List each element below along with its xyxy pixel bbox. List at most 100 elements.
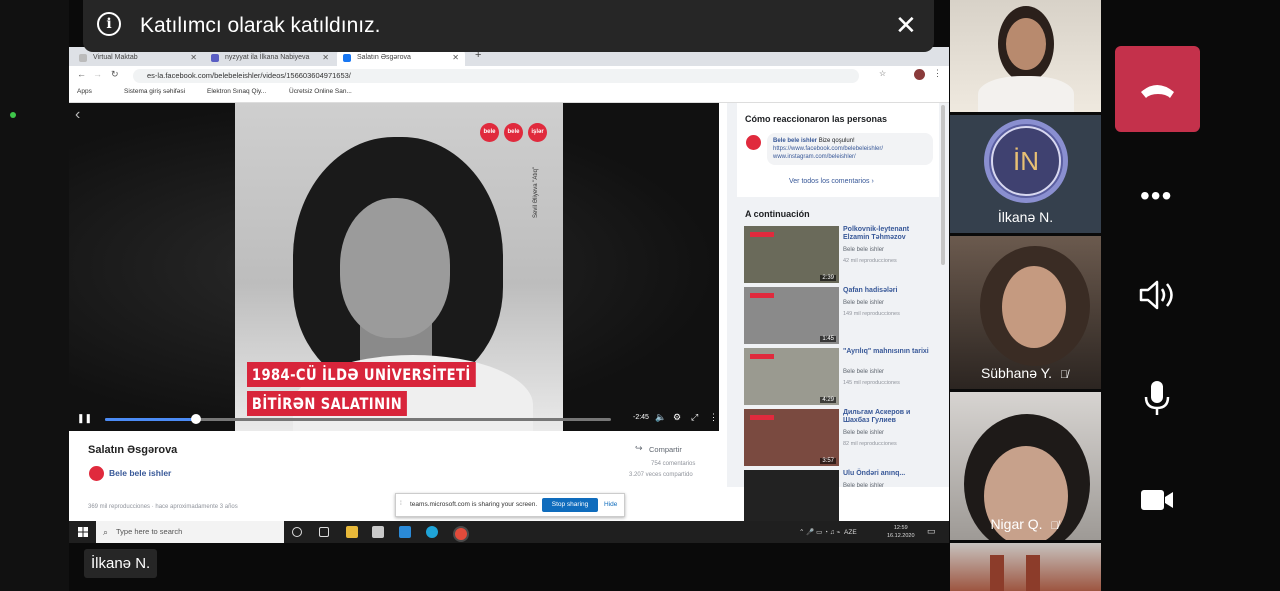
drag-handle-icon[interactable]: ⁞ xyxy=(400,500,402,507)
tab-favicon-icon xyxy=(343,54,351,62)
settings-gear-icon[interactable]: ⚙ xyxy=(673,412,681,423)
menu-dots-icon[interactable]: ⋮ xyxy=(933,68,942,79)
bookmark-item[interactable]: Elektron Sınaq Qiy... xyxy=(207,88,266,95)
participant-video-tile[interactable] xyxy=(950,0,1101,112)
task-view-icon[interactable] xyxy=(319,527,329,537)
speaker-icon[interactable] xyxy=(1138,279,1176,311)
taskbar-search[interactable]: ⌕ Type here to search xyxy=(96,521,284,543)
shares-count[interactable]: 3.207 veces compartido xyxy=(629,472,693,478)
system-tray[interactable]: ⌃ 🎤 ▭ ◔ ♫ ⌁ AZE xyxy=(799,528,857,536)
related-video-thumbnail[interactable]: 4:29 xyxy=(744,348,839,405)
forward-arrow-icon[interactable]: → xyxy=(93,69,102,79)
related-video-page[interactable]: Bele bele ishler xyxy=(843,247,884,253)
mic-off-icon: 🎙̸ xyxy=(1050,520,1059,532)
related-video-title[interactable]: Polkovnik-leytenant Elzamin Təhməzov xyxy=(843,226,933,242)
screen-share-notice: ⁞ teams.microsoft.com is sharing your sc… xyxy=(395,493,625,517)
related-video-page[interactable]: Bele bele ishler xyxy=(843,300,884,306)
system-clock[interactable]: 12:59 16.12.2020 xyxy=(887,524,915,540)
address-bar[interactable]: es-la.facebook.com/belebeleishler/videos… xyxy=(133,69,859,83)
related-video-title[interactable]: Qafan hadisələri xyxy=(843,287,933,295)
portrait-face xyxy=(340,198,450,338)
share-icon[interactable]: ↪ xyxy=(635,443,643,454)
microphone-icon[interactable] xyxy=(1144,380,1170,416)
more-actions-icon[interactable]: ••• xyxy=(1140,180,1172,212)
notification-icon[interactable]: ▭ xyxy=(927,526,936,537)
related-video-page[interactable]: Bele bele ishler xyxy=(843,430,884,436)
brand-logo-icon xyxy=(750,354,774,359)
reload-icon[interactable]: ↻ xyxy=(111,69,119,80)
bookmark-item[interactable]: Ücretsiz Online San... xyxy=(289,88,352,95)
back-chevron-icon[interactable]: ‹ xyxy=(75,106,80,124)
banner-message: Katılımcı olarak katıldınız. xyxy=(140,14,381,37)
participant-video-tile[interactable] xyxy=(950,543,1101,591)
participant-name-label: Nigar Q. 🎙̸ xyxy=(950,516,1101,532)
chrome-icon[interactable] xyxy=(453,526,469,542)
progress-bar[interactable] xyxy=(105,414,611,424)
windows-start-icon[interactable] xyxy=(78,527,88,537)
related-video-title[interactable]: Дильгам Аскеров и Шахбаз Гулиев xyxy=(843,409,933,425)
presenter-name-label: İlkanə N. xyxy=(84,549,158,578)
related-video-thumbnail[interactable] xyxy=(744,470,839,527)
search-icon: ⌕ xyxy=(103,527,109,537)
hang-up-icon xyxy=(1141,85,1174,98)
related-video-views: 145 mil reproducciones xyxy=(843,380,900,386)
volume-icon[interactable]: 🔈 xyxy=(655,412,666,423)
participant-video-tile[interactable]: Sübhanə Y. 🎙̸ xyxy=(950,236,1101,389)
bookmark-apps[interactable]: Apps xyxy=(77,88,92,95)
pause-icon[interactable]: ❚❚ xyxy=(77,413,92,424)
related-video-item[interactable]: Ulu Öndəri anınq... Bele bele ishler xyxy=(744,470,934,528)
video-player[interactable]: ‹ bele bele işlər Sevil Əliyeva "Atıq" 1… xyxy=(69,103,719,431)
related-video-page[interactable]: Bele bele ishler xyxy=(843,369,884,375)
close-banner-button[interactable]: ✕ xyxy=(895,10,917,40)
related-video-item[interactable]: 4:29 "Ayrılıq" mahnısının tarixi Bele bele… xyxy=(744,348,934,406)
more-options-icon[interactable]: ⋮ xyxy=(709,412,718,423)
profile-avatar[interactable] xyxy=(914,69,925,80)
page-name-link[interactable]: Bele bele ishler xyxy=(109,468,171,478)
language-indicator[interactable]: AZE xyxy=(844,529,857,536)
mail-icon[interactable] xyxy=(399,526,411,538)
video-duration: 3:57 xyxy=(820,458,836,464)
participant-avatar-tile[interactable]: İN İlkanə N. xyxy=(950,115,1101,233)
video-duration: 1:45 xyxy=(820,336,836,342)
participant-face xyxy=(1002,266,1066,348)
fullscreen-icon[interactable]: ⤢ xyxy=(691,412,698,423)
video-controls: ❚❚ -2:45 🔈 ⚙ ⤢ ⋮ xyxy=(69,403,719,431)
related-video-title[interactable]: Ulu Öndəri anınq... xyxy=(843,470,933,478)
brand-logo-icon xyxy=(750,232,774,237)
cortana-icon[interactable] xyxy=(292,527,302,537)
related-video-item[interactable]: 2:39 Polkovnik-leytenant Elzamin Təhməzov… xyxy=(744,226,934,284)
related-video-item[interactable]: 3:57 Дильгам Аскеров и Шахбаз Гулиев Bele … xyxy=(744,409,934,467)
related-video-item[interactable]: 1:45 Qafan hadisələri Bele bele ishler 149 … xyxy=(744,287,934,345)
back-arrow-icon[interactable]: ← xyxy=(77,69,86,79)
stop-sharing-button[interactable]: Stop sharing xyxy=(542,498,598,512)
comment-author[interactable]: Bele bele ishler xyxy=(773,138,817,144)
store-icon[interactable] xyxy=(372,526,384,538)
hang-up-button[interactable] xyxy=(1115,46,1200,132)
comment-avatar[interactable] xyxy=(746,135,761,150)
camera-icon[interactable] xyxy=(1140,488,1174,512)
page-avatar[interactable] xyxy=(89,466,104,481)
file-explorer-icon[interactable] xyxy=(346,526,358,538)
hide-button[interactable]: Hide xyxy=(604,501,617,508)
participant-video-tile[interactable]: Nigar Q. 🎙̸ xyxy=(950,392,1101,540)
related-video-thumbnail[interactable]: 2:39 xyxy=(744,226,839,283)
participant-avatar: İN xyxy=(984,119,1068,203)
related-video-title[interactable]: "Ayrılıq" mahnısının tarixi xyxy=(843,348,933,356)
comments-count[interactable]: 754 comentarios xyxy=(651,461,695,467)
share-notice-text: teams.microsoft.com is sharing your scre… xyxy=(410,501,538,508)
scrollbar[interactable] xyxy=(941,105,945,265)
comment-link[interactable]: https://www.facebook.com/belebeleishler/ xyxy=(773,146,883,152)
related-video-page[interactable]: Bele bele ishler xyxy=(843,483,884,489)
star-icon[interactable]: ☆ xyxy=(879,69,886,78)
brand-logo-dot: bele xyxy=(480,123,499,142)
bookmark-item[interactable]: Sistema giriş səhifəsi xyxy=(124,88,185,95)
related-video-thumbnail[interactable]: 1:45 xyxy=(744,287,839,344)
participant-name: İlkanə N. xyxy=(997,209,1054,225)
see-all-comments-link[interactable]: Ver todos los comentarios › xyxy=(789,178,874,185)
related-video-thumbnail[interactable]: 3:57 xyxy=(744,409,839,466)
share-button[interactable]: Compartir xyxy=(649,445,682,454)
comment-link[interactable]: www.instagram.com/beleishler/ xyxy=(773,154,856,160)
up-next-title: A continuación xyxy=(745,209,810,219)
progress-knob[interactable] xyxy=(191,414,202,424)
edge-icon[interactable] xyxy=(426,526,438,538)
